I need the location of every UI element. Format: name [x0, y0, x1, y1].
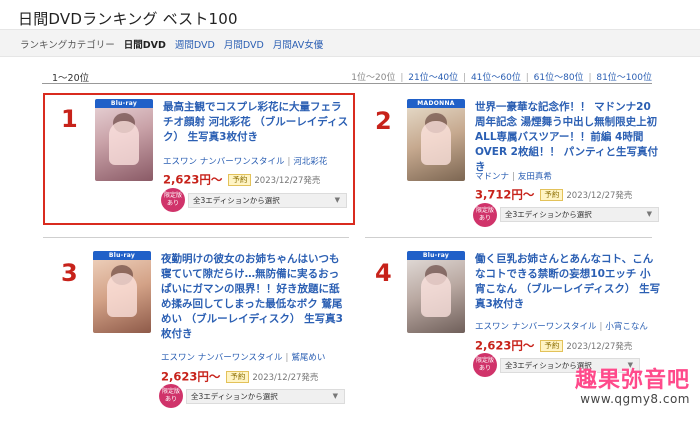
item-title-link[interactable]: 夜勤明けの彼女のお姉ちゃんはいつも寝ていて隙だらけ…無防備に実るおっぱいにガマン… [161, 252, 347, 342]
category-link-weekly-dvd[interactable]: 週間DVD [175, 40, 215, 51]
edition-select[interactable]: 全3エディションから選択 ▼ [188, 193, 347, 208]
watermark: 趣果弥音吧 www.qgmy8.com [520, 362, 690, 406]
pager-link-21-40[interactable]: 21位〜40位 [408, 73, 458, 83]
maker-line: エスワン ナンバーワンスタイル | 鷲尾めい [161, 353, 326, 363]
maker-link[interactable]: エスワン ナンバーワンスタイル [161, 353, 283, 363]
edition-select[interactable]: 全3エディションから選択 ▼ [500, 207, 659, 222]
current-range: 1〜20位 [52, 73, 90, 84]
performer-link[interactable]: 鷲尾めい [291, 353, 325, 363]
pager-link-81-100[interactable]: 81位〜100位 [596, 73, 652, 83]
cover-image[interactable]: Blu-ray [407, 251, 465, 333]
watermark-url: www.qgmy8.com [580, 392, 690, 406]
ranking-item-1: 1 Blu-ray 最高主観でコスプレ彩花に大量フェラチオ顔射 河北彩花 （ブル… [43, 93, 355, 225]
item-title-link[interactable]: 世界一豪華な記念作！！ マドンナ20周年記念 湯煙舞う中出し無制限史上初ALL専… [475, 100, 661, 175]
reserve-badge: 予約 [228, 173, 252, 186]
reserve-badge: 予約 [540, 188, 564, 201]
edition-select[interactable]: 全3エディションから選択 ▼ [186, 389, 345, 404]
range-pager: 1位〜20位 | 21位〜40位 | 41位〜60位 | 61位〜80位 | 8… [351, 73, 652, 83]
range-bar: 1〜20位 1位〜20位 | 21位〜40位 | 41位〜60位 | 61位〜8… [42, 70, 652, 84]
price-row: 2,623円〜 予約 2023/12/27発売 [163, 169, 320, 188]
reserve-badge: 予約 [540, 339, 564, 352]
limited-edition-badge: 限定版 あり [161, 188, 185, 212]
row-divider [43, 237, 349, 238]
item-title-link[interactable]: 最高主観でコスプレ彩花に大量フェラチオ顔射 河北彩花 （ブルーレイディスク） 生… [163, 100, 349, 145]
price: 2,623円〜 [163, 172, 223, 187]
category-link-monthly-dvd[interactable]: 月間DVD [224, 40, 264, 51]
price: 3,712円〜 [475, 187, 535, 202]
category-bar: ランキングカテゴリー 日間DVD 週間DVD 月間DVD 月間AV女優 [0, 29, 700, 57]
limited-edition-badge: 限定版 あり [159, 384, 183, 408]
price-row: 2,623円〜 予約 2023/12/27発売 [161, 366, 318, 385]
row-divider [365, 237, 652, 238]
category-label: ランキングカテゴリー [20, 40, 115, 51]
release-date: 2023/12/27発売 [254, 175, 321, 186]
category-current-daily-dvd: 日間DVD [123, 40, 166, 51]
cover-image[interactable]: Blu-ray [93, 251, 151, 333]
rank-number: 3 [61, 259, 78, 287]
release-date: 2023/12/27発売 [252, 372, 319, 383]
chevron-down-icon: ▼ [334, 196, 340, 204]
maker-line: エスワン ナンバーワンスタイル | 河北彩花 [163, 157, 328, 167]
price-row: 3,712円〜 予約 2023/12/27発売 [475, 184, 632, 203]
watermark-text: 趣果弥音吧 [574, 368, 690, 393]
chevron-down-icon: ▼ [646, 210, 652, 218]
cover-image[interactable]: Blu-ray [95, 99, 153, 181]
ranking-item-2: 2 MADONNA 世界一豪華な記念作！！ マドンナ20周年記念 湯煙舞う中出し… [357, 95, 667, 227]
performer-link[interactable]: 河北彩花 [293, 157, 327, 167]
maker-line: エスワン ナンバーワンスタイル | 小宵こなん [475, 322, 648, 332]
performer-link[interactable]: 小宵こなん [605, 322, 648, 332]
cover-image[interactable]: MADONNA [407, 99, 465, 181]
pager-item-1-20: 1位〜20位 [351, 73, 396, 83]
maker-link[interactable]: エスワン ナンバーワンスタイル [163, 157, 285, 167]
performer-link[interactable]: 友田真希 [518, 172, 552, 182]
limited-edition-badge: 限定版 あり [473, 203, 497, 227]
release-date: 2023/12/27発売 [566, 341, 633, 352]
category-link-monthly-actress[interactable]: 月間AV女優 [273, 40, 323, 51]
price: 2,623円〜 [161, 369, 221, 384]
release-date: 2023/12/27発売 [566, 190, 633, 201]
chevron-down-icon: ▼ [332, 392, 338, 400]
rank-number: 2 [375, 107, 392, 135]
price-row: 2,623円〜 予約 2023/12/27発売 [475, 335, 632, 354]
page-title: 日間DVDランキング ベスト100 [18, 10, 238, 28]
reserve-badge: 予約 [226, 370, 250, 383]
pager-link-61-80[interactable]: 61位〜80位 [534, 73, 584, 83]
item-title-link[interactable]: 働く巨乳お姉さんとあんなコト、こんなコトできる禁断の妄想10エッチ 小宵こなん … [475, 252, 661, 312]
maker-line: マドンナ | 友田真希 [475, 172, 552, 182]
rank-number: 4 [375, 259, 392, 287]
pager-link-41-60[interactable]: 41位〜60位 [471, 73, 521, 83]
rank-number: 1 [61, 105, 78, 133]
maker-link[interactable]: エスワン ナンバーワンスタイル [475, 322, 597, 332]
ranking-item-3: 3 Blu-ray 夜勤明けの彼女のお姉ちゃんはいつも寝ていて隙だらけ…無防備に… [43, 247, 355, 417]
price: 2,623円〜 [475, 338, 535, 353]
limited-edition-badge: 限定版 あり [473, 353, 497, 377]
maker-link[interactable]: マドンナ [475, 172, 509, 182]
